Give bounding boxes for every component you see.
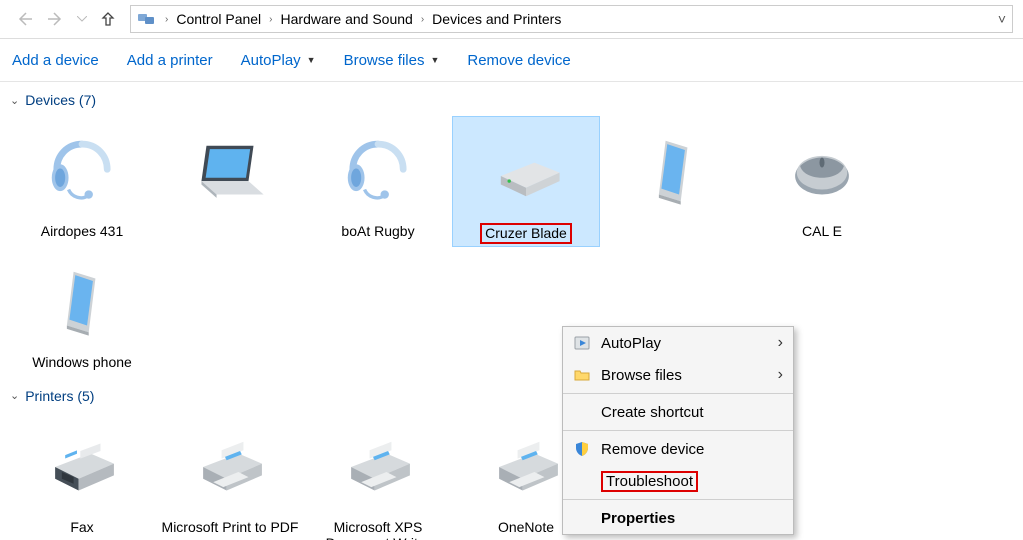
menu-label: Create shortcut — [601, 404, 704, 421]
breadcrumb-item[interactable]: Hardware and Sound — [279, 11, 415, 27]
printer-icon — [478, 419, 574, 515]
shield-icon — [573, 440, 591, 458]
printer-item[interactable]: Fax — [8, 412, 156, 540]
printer-label: OneNote — [498, 519, 554, 536]
device-item[interactable] — [156, 116, 304, 247]
device-label: boAt Rugby — [341, 223, 414, 240]
phone-icon — [34, 254, 130, 350]
breadcrumb-item[interactable]: Control Panel — [174, 11, 263, 27]
device-label: Airdopes 431 — [41, 223, 124, 240]
chevron-down-icon: ⌄ — [10, 389, 19, 402]
recent-dropdown[interactable] — [74, 5, 90, 33]
back-button[interactable] — [10, 5, 38, 33]
menu-label: Troubleshoot — [601, 471, 698, 492]
device-item[interactable]: boAt Rugby — [304, 116, 452, 247]
caret-down-icon: ▼ — [430, 55, 439, 65]
printer-item[interactable]: Microsoft XPS Document Writer — [304, 412, 452, 540]
group-title: Printers (5) — [25, 388, 94, 404]
context-menu: AutoPlay › Browse files › Create shortcu… — [562, 326, 794, 535]
breadcrumb[interactable]: › Control Panel › Hardware and Sound › D… — [130, 5, 1013, 33]
menu-separator — [563, 499, 793, 500]
chevron-right-icon: › — [159, 14, 174, 25]
device-label: CAL E — [802, 223, 842, 240]
add-device-button[interactable]: Add a device — [12, 52, 99, 69]
printer-icon — [330, 419, 426, 515]
headset-icon — [330, 123, 426, 219]
nav-bar: › Control Panel › Hardware and Sound › D… — [0, 0, 1023, 39]
chevron-down-icon: ⌄ — [10, 94, 19, 107]
menu-browse-files[interactable]: Browse files › — [563, 359, 793, 391]
phone-icon — [626, 123, 722, 219]
control-panel-icon — [137, 10, 155, 28]
printer-label: Fax — [70, 519, 93, 536]
folder-icon — [573, 366, 591, 384]
breadcrumb-expand[interactable]: ˅ — [998, 11, 1006, 27]
device-item[interactable]: Windows phone — [8, 247, 156, 374]
group-header-printers[interactable]: ⌄ Printers (5) — [0, 384, 1023, 408]
caret-down-icon: ▼ — [307, 55, 316, 65]
chevron-right-icon: › — [415, 14, 430, 25]
autoplay-button[interactable]: AutoPlay▼ — [241, 52, 316, 69]
browse-files-button[interactable]: Browse files▼ — [344, 52, 440, 69]
drive-icon — [478, 123, 574, 219]
mouse-icon — [774, 123, 870, 219]
chevron-right-icon: › — [778, 334, 783, 352]
menu-label: AutoPlay — [601, 335, 661, 352]
device-item[interactable]: CAL E — [748, 116, 896, 247]
devices-items: Airdopes 431 boAt Rugby Cruzer Blade — [0, 112, 1023, 384]
menu-troubleshoot[interactable]: Troubleshoot — [563, 465, 793, 497]
breadcrumb-item[interactable]: Devices and Printers — [430, 11, 563, 27]
menu-remove-device[interactable]: Remove device — [563, 433, 793, 465]
remove-device-button[interactable]: Remove device — [467, 52, 570, 69]
menu-separator — [563, 430, 793, 431]
add-printer-button[interactable]: Add a printer — [127, 52, 213, 69]
printer-icon — [182, 419, 278, 515]
device-label: Windows phone — [32, 354, 132, 371]
menu-autoplay[interactable]: AutoPlay › — [563, 327, 793, 359]
menu-properties[interactable]: Properties — [563, 502, 793, 534]
laptop-icon — [182, 123, 278, 219]
content-area: ⌄ Devices (7) Airdopes 431 boAt Rugby — [0, 82, 1023, 540]
chevron-right-icon: › — [778, 366, 783, 384]
menu-label: Remove device — [601, 441, 704, 458]
printer-label: Microsoft XPS Document Writer — [309, 519, 447, 540]
fax-icon — [34, 419, 130, 515]
menu-label: Browse files — [601, 367, 682, 384]
forward-button[interactable] — [42, 5, 70, 33]
up-button[interactable] — [94, 5, 122, 33]
device-item[interactable] — [600, 116, 748, 247]
device-label: Cruzer Blade — [480, 223, 572, 244]
command-bar: Add a device Add a printer AutoPlay▼ Bro… — [0, 39, 1023, 82]
headset-icon — [34, 123, 130, 219]
printer-label: Microsoft Print to PDF — [162, 519, 299, 536]
autoplay-icon — [573, 334, 591, 352]
group-header-devices[interactable]: ⌄ Devices (7) — [0, 88, 1023, 112]
menu-label: Properties — [601, 510, 675, 527]
group-title: Devices (7) — [25, 92, 96, 108]
device-item-selected[interactable]: Cruzer Blade — [452, 116, 600, 247]
printer-item[interactable]: Microsoft Print to PDF — [156, 412, 304, 540]
printers-items: Fax Microsoft Print to PDF Microsoft XPS… — [0, 408, 1023, 540]
device-item[interactable]: Airdopes 431 — [8, 116, 156, 247]
chevron-right-icon: › — [263, 14, 278, 25]
menu-create-shortcut[interactable]: Create shortcut — [563, 396, 793, 428]
menu-separator — [563, 393, 793, 394]
